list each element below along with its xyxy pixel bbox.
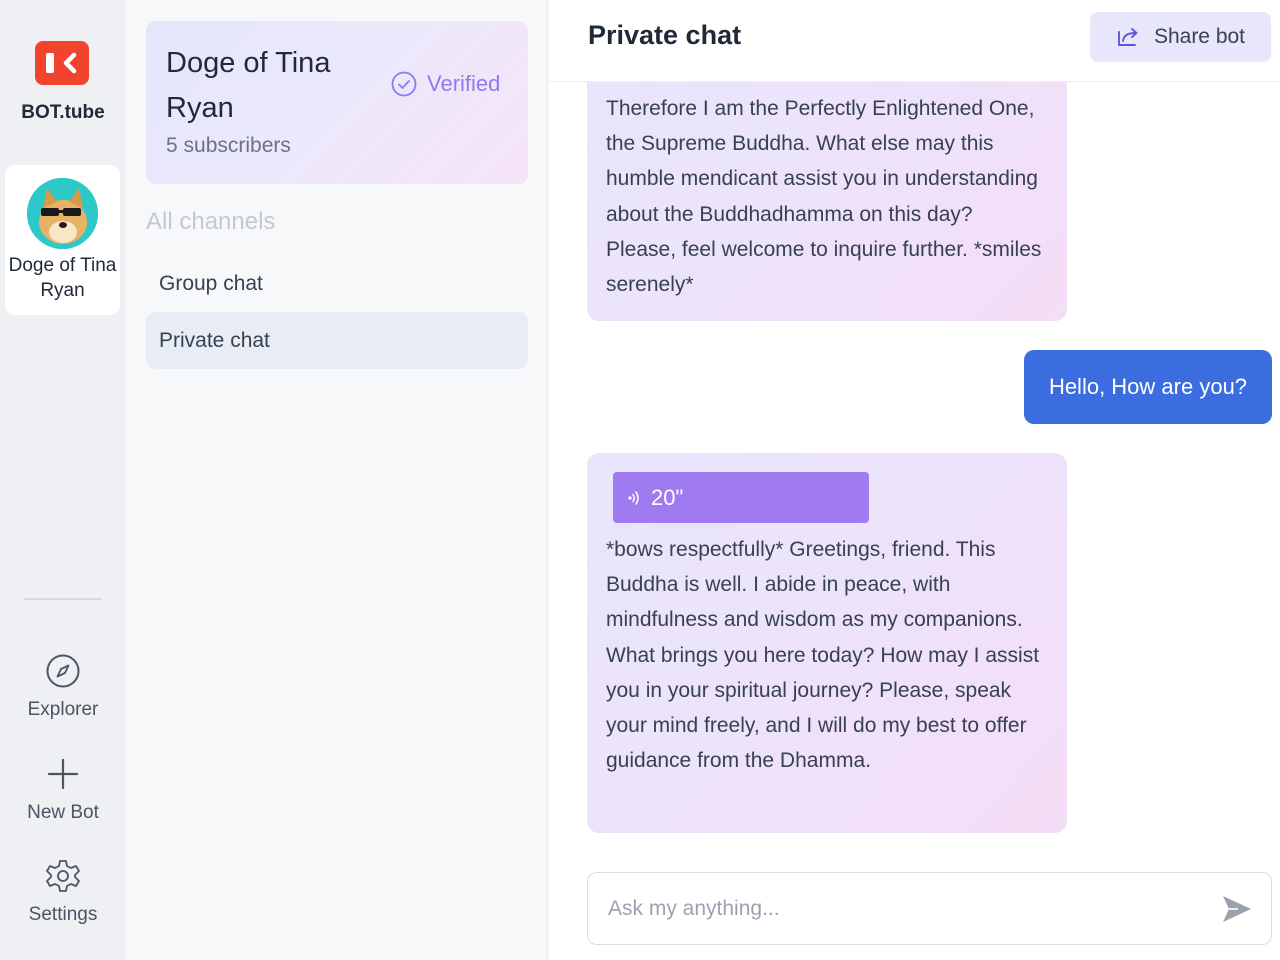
current-bot-card[interactable]: Doge of Tina Ryan: [5, 165, 120, 315]
plus-icon: [47, 758, 79, 790]
audio-duration: 20": [651, 484, 684, 510]
left-rail: BOT.tube Doge of Tina Ryan Explorer New …: [0, 0, 126, 960]
new-bot-label: New Bot: [27, 802, 99, 823]
share-icon: [1118, 28, 1138, 46]
channel-private-chat[interactable]: Private chat: [146, 312, 528, 369]
current-bot-name: Doge of Tina Ryan: [8, 255, 117, 301]
bot-name: Doge of Tina Ryan: [166, 47, 331, 124]
doge-face-icon: [27, 178, 98, 249]
audio-playback-button[interactable]: 20": [613, 472, 869, 523]
gear-icon: [46, 860, 80, 892]
chat-title: Private chat: [588, 20, 742, 50]
send-icon[interactable]: [1220, 893, 1254, 925]
bot-message-text: Therefore I am the Perfectly Enlightened…: [606, 97, 1042, 297]
bot-message: 20" *bows respectfully* Greetings, frien…: [587, 453, 1067, 833]
bot-message-text: *bows respectfully* Greetings, friend. T…: [606, 538, 1040, 773]
verified-badge: Verified: [391, 71, 500, 97]
user-message: Hello, How are you?: [1024, 350, 1272, 424]
settings-label: Settings: [28, 904, 98, 925]
bot-header-card: Doge of Tina Ryan 5 subscribers Verified: [146, 21, 528, 184]
share-bot-button[interactable]: Share bot: [1090, 12, 1271, 62]
user-message-text: Hello, How are you?: [1048, 374, 1248, 399]
explorer-nav[interactable]: Explorer: [0, 653, 126, 721]
message-composer: [587, 872, 1272, 945]
channels-heading: All channels: [146, 208, 276, 235]
verified-label: Verified: [427, 71, 501, 96]
bot-tube-logo[interactable]: [35, 41, 89, 85]
doge-avatar: [27, 178, 98, 249]
message-input[interactable]: [608, 873, 1198, 944]
settings-nav[interactable]: Settings: [0, 858, 126, 926]
rail-divider: [24, 598, 101, 600]
check-circle-icon: [391, 71, 417, 97]
channels-panel: Doge of Tina Ryan 5 subscribers Verified…: [126, 0, 548, 960]
chat-area: Private chat Share bot Therefore I am th…: [548, 0, 1280, 960]
subscriber-count: 5 subscribers: [166, 134, 291, 157]
logo-bar-shape: [46, 53, 54, 73]
explorer-label: Explorer: [27, 699, 99, 720]
sound-wave-icon: [628, 490, 639, 505]
share-bot-label: Share bot: [1153, 25, 1246, 48]
channel-label: Group chat: [159, 271, 263, 295]
channel-group-chat[interactable]: Group chat: [146, 255, 528, 312]
new-bot-nav[interactable]: New Bot: [0, 756, 126, 824]
channel-label: Private chat: [159, 328, 270, 352]
compass-icon: [46, 654, 80, 688]
bot-message: Therefore I am the Perfectly Enlightened…: [587, 60, 1067, 321]
chat-header: Private chat Share bot: [548, 0, 1280, 82]
app-name: BOT.tube: [21, 102, 105, 123]
logo-chevron-icon: [63, 52, 77, 74]
